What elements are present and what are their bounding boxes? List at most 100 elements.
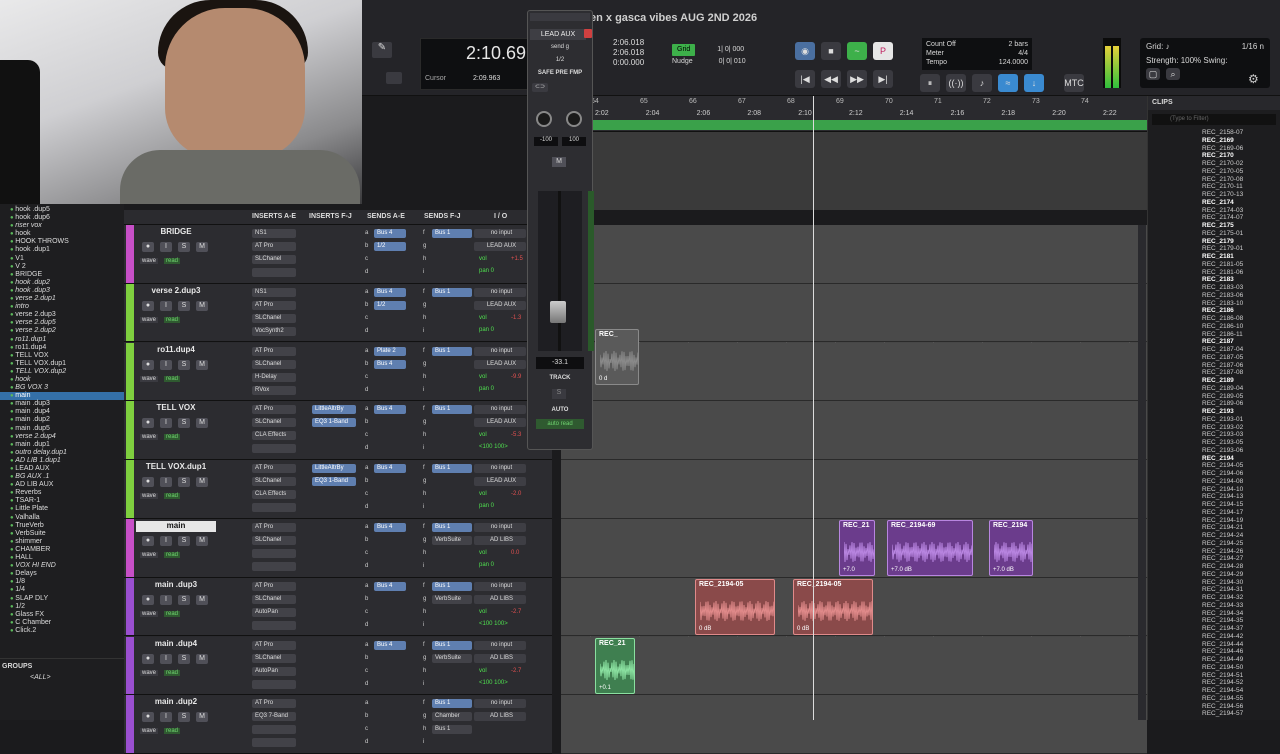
input-selector[interactable]: no input <box>474 405 526 415</box>
track-list-item[interactable]: ● V 2 <box>0 263 124 271</box>
track-row[interactable]: ro11.dup4 ● I S Mwave read AT Pro SLChanel H-Del… <box>124 342 552 402</box>
group-all[interactable]: <ALL> <box>0 674 124 681</box>
pan-right-knob[interactable] <box>566 111 582 127</box>
safe-button[interactable]: SAFE <box>538 70 554 76</box>
clip-list-item[interactable]: REC_2183-06 <box>1148 292 1280 300</box>
view-selector[interactable]: wave <box>140 493 159 500</box>
pan-value[interactable]: <100 100> <box>476 679 508 688</box>
track-list-item[interactable]: ● hook .dup2 <box>0 279 124 287</box>
view-selector[interactable]: wave <box>140 669 159 676</box>
insert-slot[interactable]: AT Pro <box>252 346 296 356</box>
mute-button[interactable]: M <box>552 157 566 167</box>
track-list-item[interactable]: ● BRIDGE <box>0 271 124 279</box>
insert-slot[interactable]: AT Pro <box>252 523 296 532</box>
input-selector[interactable]: no input <box>474 346 526 356</box>
send-selector[interactable]: send g <box>530 44 590 50</box>
track-list-item[interactable]: ● Delays <box>0 570 124 578</box>
solo-button[interactable]: S <box>178 653 190 664</box>
track-name[interactable]: BRIDGE <box>136 227 216 238</box>
pan-value[interactable]: pan 0 <box>476 267 494 276</box>
track-name[interactable]: ro11.dup4 <box>136 345 216 356</box>
clip-list-item[interactable]: REC_2181-05 <box>1148 261 1280 269</box>
record-button[interactable]: ● <box>142 536 154 546</box>
insert-slot[interactable] <box>252 503 296 513</box>
track-list-item[interactable]: ● main .dup1 <box>0 441 124 449</box>
track-name[interactable]: main <box>136 521 216 532</box>
link-chain-icon[interactable]: ⊂⊃ <box>532 83 548 92</box>
mute-button[interactable]: M <box>196 653 208 664</box>
pan-value[interactable]: <100 100> <box>476 443 508 452</box>
track-list-item[interactable]: ● ro11.dup4 <box>0 344 124 352</box>
zoom-icon[interactable]: ⌕ <box>1166 68 1180 80</box>
insert-slot[interactable]: VocSynth2 <box>252 326 296 336</box>
send-slot[interactable]: Bus 4 <box>374 640 406 650</box>
clip-list-item[interactable]: REC_2194-24 <box>1148 532 1280 540</box>
track-list-item[interactable]: ● VerbSuite <box>0 530 124 538</box>
insert-slot[interactable]: AutoPan <box>252 666 296 676</box>
insert-slot-fj[interactable]: EQ3 1-Band <box>312 418 356 428</box>
pan-value[interactable]: <100 100> <box>476 620 508 629</box>
track-row[interactable]: main ● I S Mwave read AT Pro SLChanel a Bus 4 b c d f… <box>124 519 552 578</box>
clip-list-item[interactable]: REC_2194-27 <box>1148 555 1280 563</box>
insert-slot[interactable] <box>252 549 296 558</box>
tempo-label[interactable]: Tempo <box>926 59 947 66</box>
record-button[interactable]: ● <box>142 712 154 723</box>
send-slot-fj[interactable]: Bus 1 <box>432 581 472 591</box>
loop-range-bar[interactable] <box>561 120 1147 130</box>
audio-clip[interactable]: REC_21 +7.0 <box>839 520 875 576</box>
main-counter[interactable]: 2:10.69 Cursor 2:09.963 <box>420 38 530 90</box>
clip-list-item[interactable]: REC_2194 <box>1148 455 1280 463</box>
send-slot[interactable]: Bus 4 <box>374 523 406 532</box>
stop-square-icon[interactable]: ■ <box>821 42 841 60</box>
input-selector[interactable]: no input <box>474 287 526 297</box>
insert-slot[interactable]: SLChanel <box>252 477 296 487</box>
clip-list-item[interactable]: REC_2194-51 <box>1148 672 1280 680</box>
insert-slot[interactable]: NS1 <box>252 229 296 238</box>
send-slot-fj[interactable]: VerbSuite <box>432 594 472 604</box>
record-button[interactable]: ● <box>142 477 154 488</box>
solo-button[interactable]: S <box>178 359 190 370</box>
input-selector[interactable]: no input <box>474 464 526 474</box>
rewind-icon[interactable]: ◀◀ <box>821 70 841 88</box>
send-slot-fj[interactable]: Bus 1 <box>432 699 472 709</box>
insert-slot[interactable] <box>252 620 296 630</box>
clip-list-item[interactable]: REC_2183-03 <box>1148 284 1280 292</box>
automation-read[interactable]: read <box>164 434 181 441</box>
track-list-item[interactable]: ● HOOK THROWS <box>0 238 124 246</box>
volume-value[interactable]: -2.7 <box>508 667 521 676</box>
output-selector[interactable]: AD LIBS <box>474 536 526 545</box>
close-icon[interactable] <box>584 29 592 38</box>
track-lane[interactable] <box>561 342 1147 402</box>
mute-button[interactable]: M <box>196 300 208 311</box>
track-list-item[interactable]: ● Reverbs <box>0 489 124 497</box>
timeline-ruler[interactable]: 64 65 66 67 68 69 70 71 72 73 74 2:02 2:04 2:06 2:08 2:… <box>561 96 1147 132</box>
track-list-item[interactable]: ● 1/4 <box>0 586 124 594</box>
solo-button[interactable]: S <box>178 594 190 605</box>
clip-list-item[interactable]: REC_2194-56 <box>1148 703 1280 711</box>
clip-list-item[interactable]: REC_2194-31 <box>1148 586 1280 594</box>
clip-list-item[interactable]: REC_2194-13 <box>1148 493 1280 501</box>
solo-button[interactable]: S <box>178 418 190 429</box>
track-list-item[interactable]: ● intro <box>0 303 124 311</box>
arrow-blue-icon[interactable]: ↓ <box>1024 74 1044 92</box>
track-list-item[interactable]: ● main <box>0 392 124 401</box>
input-monitor-button[interactable]: I <box>160 653 172 664</box>
clip-list-item[interactable]: REC_2194-37 <box>1148 625 1280 633</box>
automation-read[interactable]: read <box>164 493 181 500</box>
track-list-item[interactable]: ● BG AUX .1 <box>0 473 124 481</box>
track-row[interactable]: main .dup3 ● I S Mwave read AT Pro SLChanel Auto… <box>124 577 552 637</box>
audio-clip[interactable]: REC_21 +0.1 <box>595 637 635 694</box>
record-button[interactable]: ● <box>142 594 154 605</box>
clip-list-item[interactable]: REC_2183 <box>1148 276 1280 284</box>
volume-value[interactable]: -2.0 <box>508 490 521 499</box>
track-name[interactable]: verse 2.dup3 <box>136 286 216 297</box>
mute-button[interactable]: M <box>196 359 208 370</box>
automation-read[interactable]: read <box>164 610 181 617</box>
send-slot-fj[interactable]: Bus 1 <box>432 523 472 532</box>
clip-list-item[interactable]: REC_2187-04 <box>1148 346 1280 354</box>
audio-icon[interactable]: ((·)) <box>946 74 966 92</box>
clip-list-item[interactable]: REC_2187 <box>1148 338 1280 346</box>
clip-list-item[interactable]: REC_2194-17 <box>1148 509 1280 517</box>
clip-list-item[interactable]: REC_2179 <box>1148 238 1280 246</box>
insert-slot[interactable]: AT Pro <box>252 640 296 650</box>
